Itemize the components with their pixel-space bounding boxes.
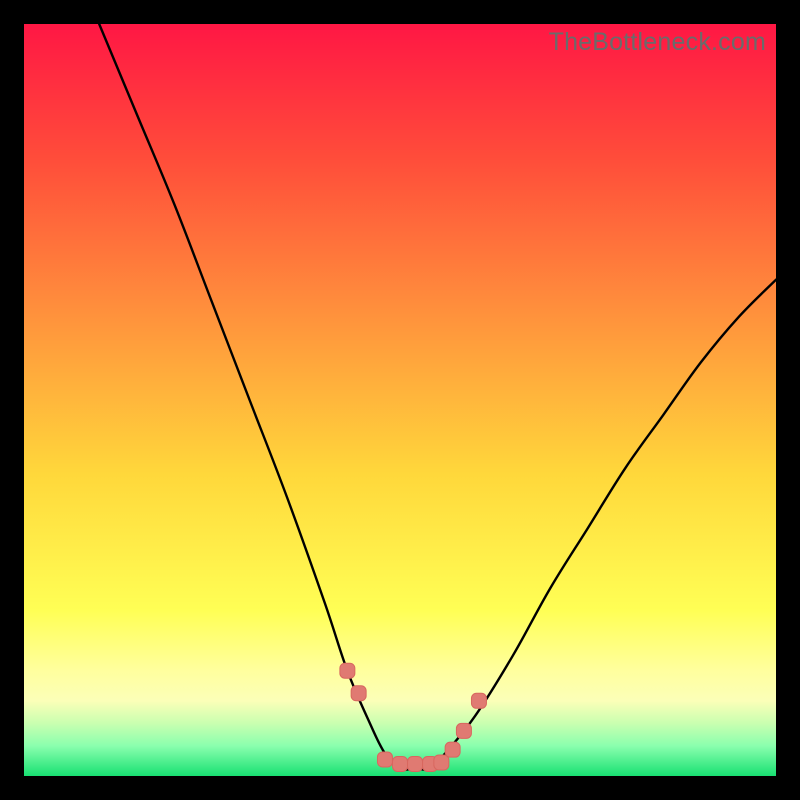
marker-point xyxy=(393,756,408,771)
marker-point xyxy=(445,742,460,757)
marker-point xyxy=(434,755,449,770)
chart-frame: TheBottleneck.com xyxy=(0,0,800,800)
marker-point xyxy=(471,693,486,708)
marker-point xyxy=(408,756,423,771)
marker-point xyxy=(377,752,392,767)
bottleneck-curve xyxy=(99,24,776,770)
marker-point xyxy=(456,723,471,738)
plot-area: TheBottleneck.com xyxy=(24,24,776,776)
highlight-markers xyxy=(340,663,487,771)
marker-point xyxy=(340,663,355,678)
chart-svg xyxy=(24,24,776,776)
marker-point xyxy=(351,686,366,701)
